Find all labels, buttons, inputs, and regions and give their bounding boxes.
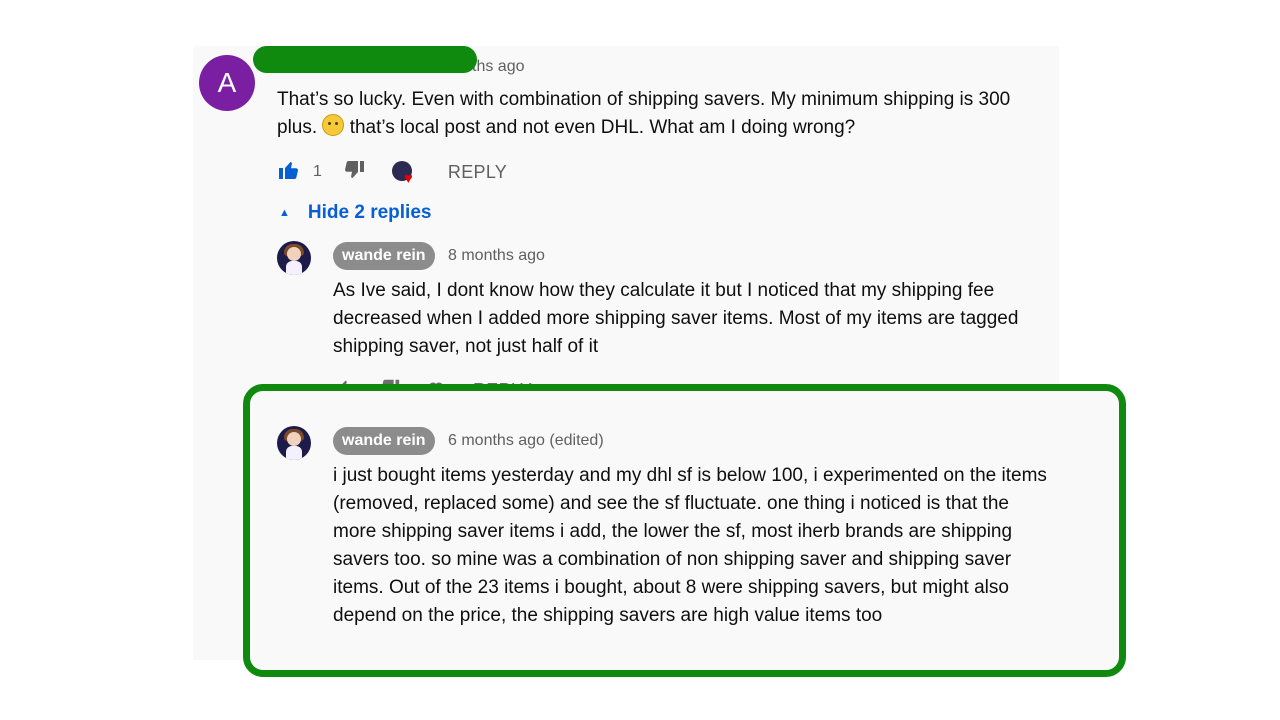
reply-button[interactable]: REPLY	[448, 162, 507, 183]
flushed-emoji-icon	[322, 114, 345, 136]
thumbs-down-icon[interactable]	[342, 158, 366, 187]
creator-heart-icon: ♥	[391, 161, 414, 187]
reply-author-chip[interactable]: wande rein	[333, 242, 435, 270]
comment-text: That’s so lucky. Even with combination o…	[277, 86, 1037, 142]
hide-replies-toggle[interactable]: ▲ Hide 2 replies	[277, 202, 431, 224]
reply-author-avatar[interactable]	[277, 426, 311, 460]
comment-timestamp[interactable]: ths ago	[472, 58, 524, 76]
reply-text: i just bought items yesterday and my dhl…	[333, 465, 1047, 626]
redacted-username	[253, 46, 477, 73]
reply-author-chip[interactable]: wande rein	[333, 427, 435, 455]
reply-author-avatar[interactable]	[277, 241, 311, 275]
reply-timestamp[interactable]: 6 months ago (edited)	[448, 432, 604, 450]
reply-text: As Ive said, I dont know how they calcul…	[333, 280, 1019, 357]
comment-actions: 1 ♥ REPLY	[277, 158, 507, 186]
thumbs-up-icon[interactable]	[277, 158, 301, 187]
commenter-avatar[interactable]: A	[199, 55, 255, 111]
like-count: 1	[313, 163, 322, 180]
reply-timestamp[interactable]: 8 months ago	[448, 247, 545, 265]
caret-up-icon: ▲	[279, 207, 290, 219]
hide-replies-label: Hide 2 replies	[307, 202, 432, 223]
heart-icon: ♥	[403, 170, 413, 187]
comment-text-part: that’s local post and not even DHL. What…	[349, 117, 856, 138]
